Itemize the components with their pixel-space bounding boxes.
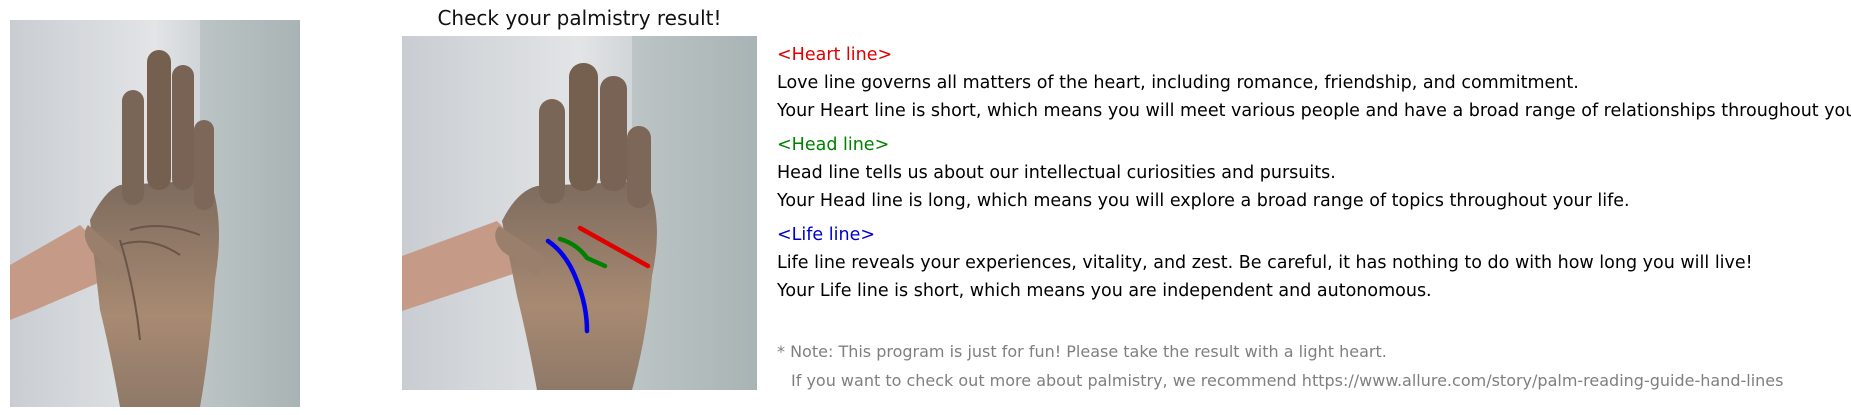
head-line-heading: <Head line>: [777, 135, 890, 155]
note-reference-line: If you want to check out more about palm…: [791, 370, 1784, 390]
head-line-result: Your Head line is long, which means you …: [777, 191, 1630, 211]
result-title: Check your palmistry result!: [437, 6, 722, 30]
heart-line-description: Love line governs all matters of the hea…: [777, 73, 1579, 93]
heart-line-section: <Heart line> Love line governs all matte…: [777, 41, 1851, 125]
heart-line-result: Your Heart line is short, which means yo…: [777, 101, 1851, 121]
life-line-result: Your Life line is short, which means you…: [777, 281, 1432, 301]
head-line-description: Head line tells us about our intellectua…: [777, 163, 1336, 183]
heart-line-heading: <Heart line>: [777, 45, 893, 65]
head-line-section: <Head line> Head line tells us about our…: [777, 131, 1851, 215]
life-line-description: Life line reveals your experiences, vita…: [777, 253, 1753, 273]
disclaimer-note: * Note: This program is just for fun! Pl…: [777, 338, 1783, 395]
note-line: * Note: This program is just for fun! Pl…: [777, 342, 1387, 361]
original-palm-photo: [10, 20, 300, 407]
life-line-section: <Life line> Life line reveals your exper…: [777, 221, 1851, 305]
palmistry-results: <Heart line> Love line governs all matte…: [777, 41, 1851, 311]
life-line-heading: <Life line>: [777, 225, 876, 245]
palm-result-photo: [402, 36, 757, 390]
